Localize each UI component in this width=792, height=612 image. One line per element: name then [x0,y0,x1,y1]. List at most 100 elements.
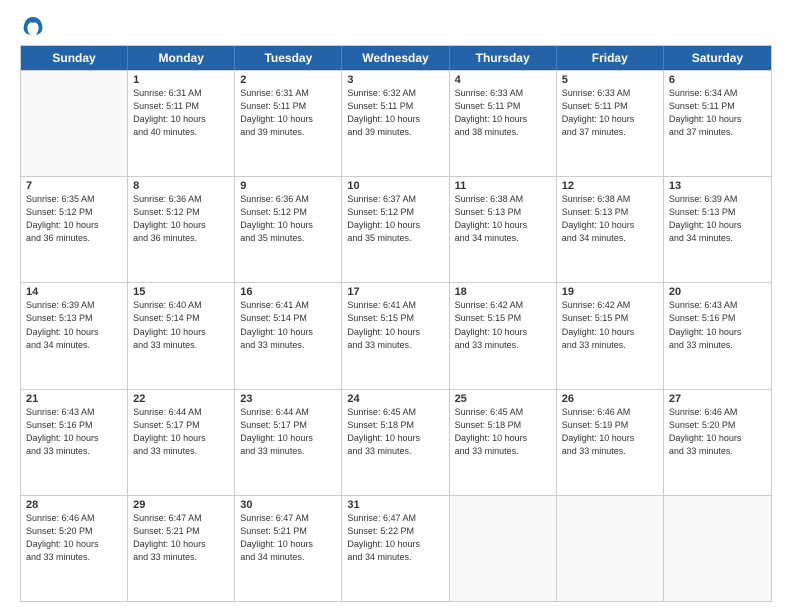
day-info: Sunrise: 6:45 AMSunset: 5:18 PMDaylight:… [347,406,443,458]
calendar-cell: 12Sunrise: 6:38 AMSunset: 5:13 PMDayligh… [557,177,664,282]
calendar-cell: 5Sunrise: 6:33 AMSunset: 5:11 PMDaylight… [557,71,664,176]
calendar-cell: 13Sunrise: 6:39 AMSunset: 5:13 PMDayligh… [664,177,771,282]
day-number: 11 [455,180,551,192]
day-number: 13 [669,180,766,192]
day-info: Sunrise: 6:47 AMSunset: 5:21 PMDaylight:… [240,512,336,564]
calendar-cell: 29Sunrise: 6:47 AMSunset: 5:21 PMDayligh… [128,496,235,601]
day-number: 24 [347,393,443,405]
day-info: Sunrise: 6:41 AMSunset: 5:15 PMDaylight:… [347,299,443,351]
day-number: 18 [455,286,551,298]
day-info: Sunrise: 6:42 AMSunset: 5:15 PMDaylight:… [562,299,658,351]
calendar-cell: 11Sunrise: 6:38 AMSunset: 5:13 PMDayligh… [450,177,557,282]
day-info: Sunrise: 6:42 AMSunset: 5:15 PMDaylight:… [455,299,551,351]
day-number: 31 [347,499,443,511]
day-info: Sunrise: 6:33 AMSunset: 5:11 PMDaylight:… [455,87,551,139]
day-number: 9 [240,180,336,192]
calendar-cell: 8Sunrise: 6:36 AMSunset: 5:12 PMDaylight… [128,177,235,282]
calendar-cell: 6Sunrise: 6:34 AMSunset: 5:11 PMDaylight… [664,71,771,176]
calendar-cell: 21Sunrise: 6:43 AMSunset: 5:16 PMDayligh… [21,390,128,495]
day-info: Sunrise: 6:47 AMSunset: 5:21 PMDaylight:… [133,512,229,564]
day-number: 27 [669,393,766,405]
day-info: Sunrise: 6:39 AMSunset: 5:13 PMDaylight:… [26,299,122,351]
day-number: 10 [347,180,443,192]
calendar-cell: 30Sunrise: 6:47 AMSunset: 5:21 PMDayligh… [235,496,342,601]
calendar-cell: 10Sunrise: 6:37 AMSunset: 5:12 PMDayligh… [342,177,449,282]
calendar-cell: 22Sunrise: 6:44 AMSunset: 5:17 PMDayligh… [128,390,235,495]
page: SundayMondayTuesdayWednesdayThursdayFrid… [0,0,792,612]
day-info: Sunrise: 6:37 AMSunset: 5:12 PMDaylight:… [347,193,443,245]
day-info: Sunrise: 6:31 AMSunset: 5:11 PMDaylight:… [133,87,229,139]
day-number: 20 [669,286,766,298]
day-info: Sunrise: 6:38 AMSunset: 5:13 PMDaylight:… [455,193,551,245]
header-day-friday: Friday [557,46,664,70]
calendar-cell: 20Sunrise: 6:43 AMSunset: 5:16 PMDayligh… [664,283,771,388]
day-number: 22 [133,393,229,405]
header-day-thursday: Thursday [450,46,557,70]
day-number: 6 [669,74,766,86]
calendar-cell: 1Sunrise: 6:31 AMSunset: 5:11 PMDaylight… [128,71,235,176]
day-info: Sunrise: 6:33 AMSunset: 5:11 PMDaylight:… [562,87,658,139]
calendar-cell [664,496,771,601]
calendar-cell: 31Sunrise: 6:47 AMSunset: 5:22 PMDayligh… [342,496,449,601]
day-number: 15 [133,286,229,298]
calendar-cell: 17Sunrise: 6:41 AMSunset: 5:15 PMDayligh… [342,283,449,388]
calendar-cell: 27Sunrise: 6:46 AMSunset: 5:20 PMDayligh… [664,390,771,495]
day-number: 30 [240,499,336,511]
day-number: 26 [562,393,658,405]
day-number: 17 [347,286,443,298]
day-info: Sunrise: 6:46 AMSunset: 5:20 PMDaylight:… [26,512,122,564]
calendar-body: 1Sunrise: 6:31 AMSunset: 5:11 PMDaylight… [21,70,771,601]
day-info: Sunrise: 6:32 AMSunset: 5:11 PMDaylight:… [347,87,443,139]
calendar-cell: 25Sunrise: 6:45 AMSunset: 5:18 PMDayligh… [450,390,557,495]
day-info: Sunrise: 6:36 AMSunset: 5:12 PMDaylight:… [240,193,336,245]
day-info: Sunrise: 6:40 AMSunset: 5:14 PMDaylight:… [133,299,229,351]
header-day-tuesday: Tuesday [235,46,342,70]
day-number: 5 [562,74,658,86]
day-number: 23 [240,393,336,405]
calendar-cell: 16Sunrise: 6:41 AMSunset: 5:14 PMDayligh… [235,283,342,388]
day-info: Sunrise: 6:31 AMSunset: 5:11 PMDaylight:… [240,87,336,139]
day-info: Sunrise: 6:44 AMSunset: 5:17 PMDaylight:… [240,406,336,458]
calendar-cell: 18Sunrise: 6:42 AMSunset: 5:15 PMDayligh… [450,283,557,388]
day-info: Sunrise: 6:44 AMSunset: 5:17 PMDaylight:… [133,406,229,458]
calendar-cell: 15Sunrise: 6:40 AMSunset: 5:14 PMDayligh… [128,283,235,388]
calendar-row-4: 28Sunrise: 6:46 AMSunset: 5:20 PMDayligh… [21,495,771,601]
day-number: 2 [240,74,336,86]
calendar-cell [21,71,128,176]
day-info: Sunrise: 6:46 AMSunset: 5:20 PMDaylight:… [669,406,766,458]
day-number: 14 [26,286,122,298]
calendar-row-2: 14Sunrise: 6:39 AMSunset: 5:13 PMDayligh… [21,282,771,388]
day-info: Sunrise: 6:46 AMSunset: 5:19 PMDaylight:… [562,406,658,458]
day-info: Sunrise: 6:43 AMSunset: 5:16 PMDaylight:… [26,406,122,458]
calendar: SundayMondayTuesdayWednesdayThursdayFrid… [20,45,772,602]
day-number: 19 [562,286,658,298]
calendar-header: SundayMondayTuesdayWednesdayThursdayFrid… [21,46,771,70]
day-info: Sunrise: 6:38 AMSunset: 5:13 PMDaylight:… [562,193,658,245]
day-info: Sunrise: 6:45 AMSunset: 5:18 PMDaylight:… [455,406,551,458]
day-number: 4 [455,74,551,86]
day-info: Sunrise: 6:35 AMSunset: 5:12 PMDaylight:… [26,193,122,245]
calendar-cell: 19Sunrise: 6:42 AMSunset: 5:15 PMDayligh… [557,283,664,388]
calendar-cell: 3Sunrise: 6:32 AMSunset: 5:11 PMDaylight… [342,71,449,176]
calendar-cell: 7Sunrise: 6:35 AMSunset: 5:12 PMDaylight… [21,177,128,282]
logo-icon [22,15,44,37]
day-number: 7 [26,180,122,192]
day-number: 21 [26,393,122,405]
calendar-cell: 26Sunrise: 6:46 AMSunset: 5:19 PMDayligh… [557,390,664,495]
day-number: 1 [133,74,229,86]
day-info: Sunrise: 6:36 AMSunset: 5:12 PMDaylight:… [133,193,229,245]
header-day-saturday: Saturday [664,46,771,70]
day-info: Sunrise: 6:39 AMSunset: 5:13 PMDaylight:… [669,193,766,245]
header-day-monday: Monday [128,46,235,70]
calendar-cell: 28Sunrise: 6:46 AMSunset: 5:20 PMDayligh… [21,496,128,601]
calendar-cell [557,496,664,601]
day-number: 25 [455,393,551,405]
calendar-row-3: 21Sunrise: 6:43 AMSunset: 5:16 PMDayligh… [21,389,771,495]
calendar-cell: 4Sunrise: 6:33 AMSunset: 5:11 PMDaylight… [450,71,557,176]
header-day-wednesday: Wednesday [342,46,449,70]
day-number: 29 [133,499,229,511]
calendar-row-0: 1Sunrise: 6:31 AMSunset: 5:11 PMDaylight… [21,70,771,176]
calendar-cell [450,496,557,601]
calendar-cell: 9Sunrise: 6:36 AMSunset: 5:12 PMDaylight… [235,177,342,282]
day-info: Sunrise: 6:43 AMSunset: 5:16 PMDaylight:… [669,299,766,351]
